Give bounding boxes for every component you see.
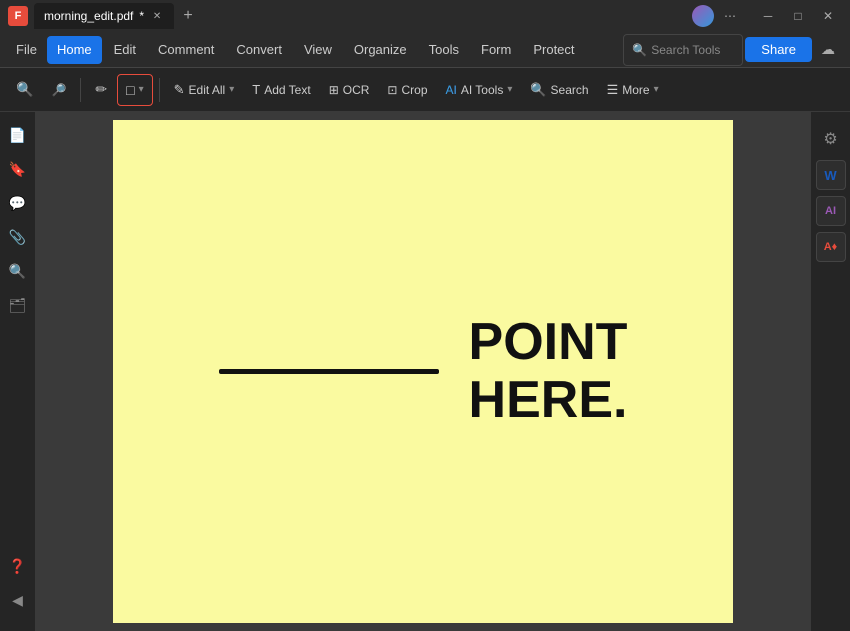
menu-form[interactable]: Form [471, 36, 521, 64]
ocr-button[interactable]: ⊞ OCR [321, 74, 378, 106]
sidebar-comments-icon[interactable]: 💬 [3, 188, 33, 218]
ocr-icon: ⊞ [329, 83, 339, 97]
ai-icon: AI [446, 83, 457, 97]
more-dropdown-icon: ▾ [654, 84, 659, 95]
menu-home[interactable]: Home [47, 36, 102, 64]
sidebar-help-icon[interactable]: ❓ [3, 551, 33, 581]
sidebar-bookmarks-icon[interactable]: 🔖 [3, 154, 33, 184]
menu-protect[interactable]: Protect [523, 36, 584, 64]
sidebar-attachments-icon[interactable]: 📎 [3, 222, 33, 252]
right-sidebar: ⚙ W AI A♦ [810, 112, 850, 631]
separator-1 [80, 78, 81, 102]
left-sidebar: 📄 🔖 💬 📎 🔍 🗂 ❓ ◀ [0, 112, 36, 631]
menu-view[interactable]: View [294, 36, 342, 64]
new-tab-button[interactable]: + [176, 4, 200, 28]
maximize-button[interactable]: □ [784, 5, 812, 27]
document-page: POINT HERE. [113, 120, 733, 623]
titlebar: F morning_edit.pdf* ✕ + ⋯ ─ □ ✕ [0, 0, 850, 32]
tab-filename: morning_edit.pdf [44, 9, 133, 23]
toolbar: 🔍 🔎 ✏ □ ▾ ✎ Edit All ▾ T Add Text ⊞ OCR … [0, 68, 850, 112]
highlight-icon: ✏ [95, 81, 107, 98]
right-acrobat-icon[interactable]: A♦ [816, 232, 846, 262]
add-text-icon: T [252, 82, 260, 97]
ai-tools-button[interactable]: AI AI Tools ▾ [438, 74, 521, 106]
more-button[interactable]: ☰ More ▾ [599, 74, 667, 106]
document-text: POINT HERE. [469, 314, 628, 428]
close-window-button[interactable]: ✕ [814, 5, 842, 27]
window-controls: ─ □ ✕ [754, 5, 842, 27]
edit-icon: ✎ [174, 82, 185, 98]
edit-all-button[interactable]: ✎ Edit All ▾ [166, 74, 243, 106]
right-ai-icon[interactable]: AI [816, 196, 846, 226]
menu-tools[interactable]: Tools [419, 36, 469, 64]
search-icon: 🔍 [530, 82, 546, 98]
menu-file[interactable]: File [8, 38, 45, 61]
sidebar-pages-icon[interactable]: 📄 [3, 120, 33, 150]
share-button[interactable]: Share [745, 37, 812, 62]
titlebar-right: ⋯ ─ □ ✕ [692, 5, 842, 27]
search-tools-button[interactable]: 🔍 Search Tools [623, 34, 743, 66]
menu-edit[interactable]: Edit [104, 36, 146, 64]
active-tab[interactable]: morning_edit.pdf* ✕ [34, 3, 174, 29]
zoom-out-icon: 🔎 [51, 83, 66, 97]
edit-all-dropdown-icon: ▾ [229, 84, 234, 95]
add-text-button[interactable]: T Add Text [244, 74, 318, 106]
shape-button[interactable]: □ ▾ [117, 74, 153, 106]
more-icon: ☰ [607, 82, 619, 98]
search-button[interactable]: 🔍 Search [522, 74, 596, 106]
crop-button[interactable]: ⊡ Crop [379, 74, 435, 106]
right-settings-icon[interactable]: ⚙ [816, 124, 846, 154]
minimize-button[interactable]: ─ [754, 5, 782, 27]
right-word-icon[interactable]: W [816, 160, 846, 190]
more-options-button[interactable]: ⋯ [722, 8, 738, 24]
zoom-in-icon: 🔍 [16, 81, 33, 98]
document-content: POINT HERE. [175, 314, 671, 428]
highlight-button[interactable]: ✏ [87, 74, 115, 106]
cloud-button[interactable]: ☁ [814, 36, 842, 64]
document-line [219, 369, 439, 374]
ai-tools-dropdown-icon: ▾ [507, 84, 512, 95]
shape-icon: □ [126, 82, 134, 98]
menu-comment[interactable]: Comment [148, 36, 224, 64]
sidebar-search-icon[interactable]: 🔍 [3, 256, 33, 286]
main-layout: 📄 🔖 💬 📎 🔍 🗂 ❓ ◀ POINT HERE. ⚙ W [0, 112, 850, 631]
tab-close-button[interactable]: ✕ [150, 9, 164, 23]
separator-2 [159, 78, 160, 102]
zoom-out-button[interactable]: 🔎 [43, 74, 74, 106]
document-area: POINT HERE. [36, 112, 810, 631]
menubar: File Home Edit Comment Convert View Orga… [0, 32, 850, 68]
user-avatar[interactable] [692, 5, 714, 27]
shape-dropdown-icon: ▾ [139, 84, 144, 95]
menu-organize[interactable]: Organize [344, 36, 417, 64]
sidebar-layers-icon[interactable]: 🗂 [3, 290, 33, 320]
zoom-in-button[interactable]: 🔍 [8, 74, 41, 106]
tab-area: morning_edit.pdf* ✕ + [34, 3, 686, 29]
menu-convert[interactable]: Convert [226, 36, 292, 64]
crop-icon: ⊡ [387, 83, 397, 97]
app-logo: F [8, 6, 28, 26]
sidebar-collapse-icon[interactable]: ◀ [3, 585, 33, 615]
